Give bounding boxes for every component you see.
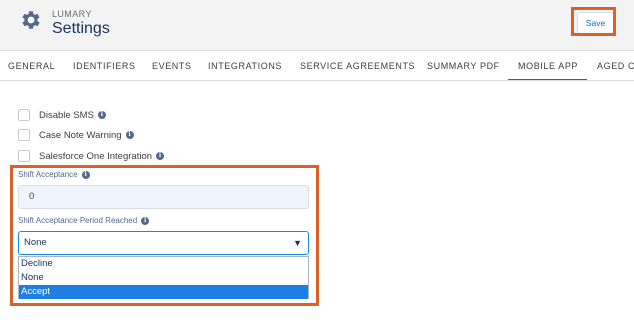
info-icon[interactable]: i bbox=[156, 152, 165, 160]
info-icon[interactable]: i bbox=[81, 170, 90, 179]
tab-summary-pdf[interactable]: SUMMARY PDF bbox=[427, 51, 500, 80]
app-name: LUMARY bbox=[52, 9, 92, 19]
dropdown-list: Decline None Accept bbox=[18, 256, 309, 299]
shift-acceptance-period-label: Shift Acceptance Period Reached i bbox=[18, 216, 150, 225]
checkbox-label: Salesforce One Integration bbox=[39, 150, 153, 162]
tab-events[interactable]: EVENTS bbox=[152, 51, 192, 80]
info-icon[interactable]: i bbox=[141, 216, 150, 225]
info-icon[interactable]: i bbox=[97, 111, 106, 119]
tab-integrations[interactable]: INTEGRATIONS bbox=[208, 51, 282, 80]
shift-acceptance-label: Shift Acceptance i bbox=[18, 170, 90, 179]
page-title: Settings bbox=[52, 20, 110, 37]
save-button[interactable]: Save bbox=[577, 12, 614, 34]
checkbox-box[interactable] bbox=[18, 109, 30, 121]
shift-acceptance-period-label-text: Shift Acceptance Period Reached bbox=[18, 216, 138, 225]
shift-acceptance-input[interactable]: 0 bbox=[18, 185, 309, 209]
checkbox-label: Disable SMS bbox=[39, 109, 94, 121]
option-accept[interactable]: Accept bbox=[19, 285, 308, 299]
gear-icon bbox=[22, 11, 40, 29]
caret-down-icon[interactable]: ▼ bbox=[293, 232, 302, 254]
shift-acceptance-label-text: Shift Acceptance bbox=[18, 170, 78, 179]
select-value: None bbox=[24, 237, 47, 248]
tab-mobile-app[interactable]: MOBILE APP bbox=[508, 51, 587, 80]
tab-bar: GENERAL IDENTIFIERS EVENTS INTEGRATIONS … bbox=[0, 50, 634, 81]
disable-sms-checkbox[interactable]: Disable SMS i bbox=[18, 108, 106, 122]
checkbox-box[interactable] bbox=[18, 129, 30, 141]
page-header: LUMARY Settings Save bbox=[0, 0, 634, 50]
tab-service-agreements[interactable]: SERVICE AGREEMENTS bbox=[300, 51, 415, 80]
shift-acceptance-period-select[interactable]: None ▼ bbox=[18, 231, 309, 255]
info-icon[interactable]: i bbox=[125, 131, 134, 139]
option-none[interactable]: None bbox=[19, 271, 308, 285]
salesforce-one-integration-checkbox[interactable]: Salesforce One Integration i bbox=[18, 149, 165, 163]
tab-general[interactable]: GENERAL bbox=[8, 51, 55, 80]
tab-aged-c[interactable]: AGED C bbox=[597, 51, 634, 80]
checkbox-label: Case Note Warning bbox=[39, 129, 122, 141]
option-decline[interactable]: Decline bbox=[19, 257, 308, 271]
case-note-warning-checkbox[interactable]: Case Note Warning i bbox=[18, 128, 134, 142]
checkbox-box[interactable] bbox=[18, 150, 30, 162]
tab-identifiers[interactable]: IDENTIFIERS bbox=[73, 51, 136, 80]
